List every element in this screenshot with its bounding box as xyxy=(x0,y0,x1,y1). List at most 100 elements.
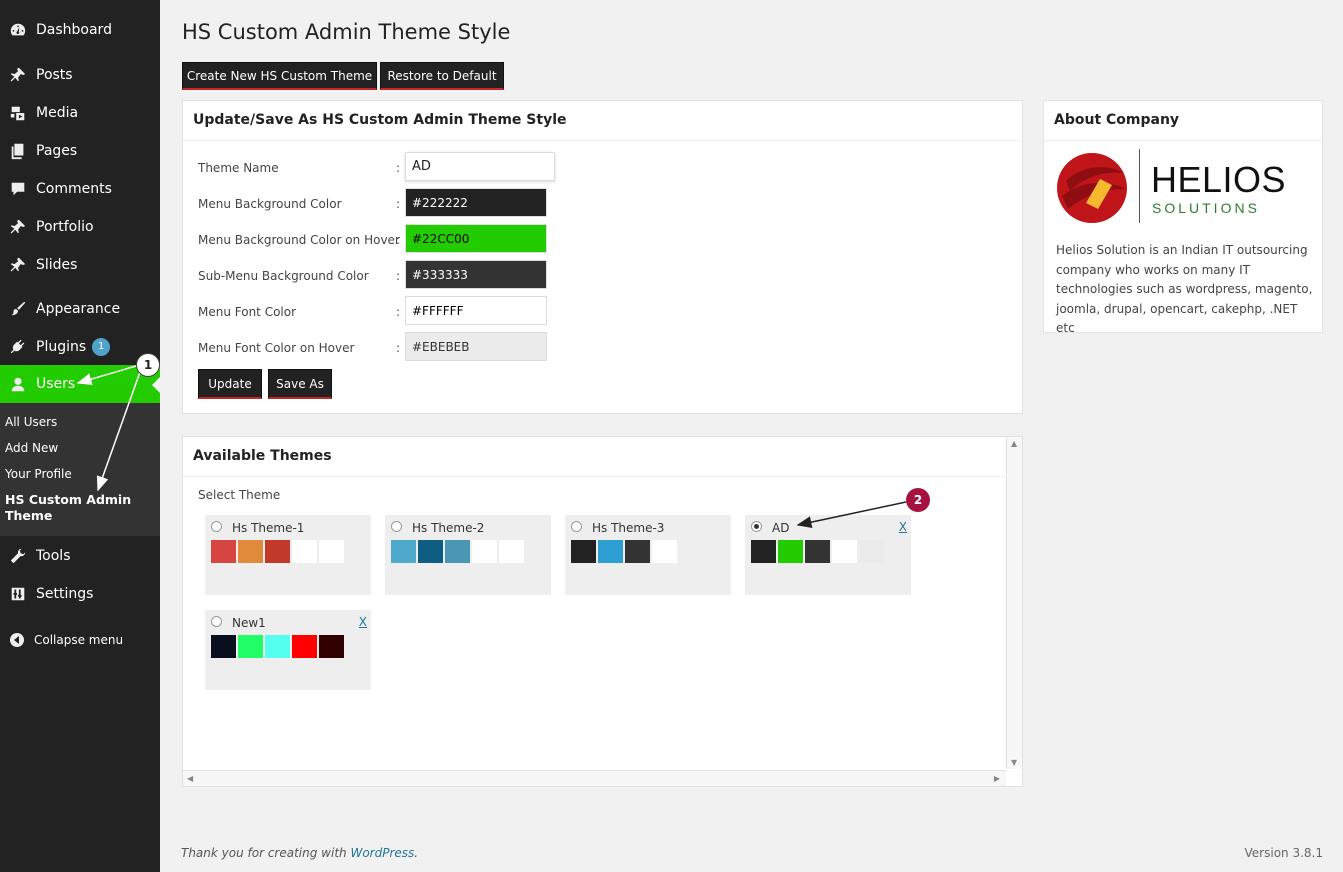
theme-card[interactable]: AD X xyxy=(745,515,911,595)
sidebar-item-users[interactable]: Users xyxy=(0,365,160,403)
submenu-item-add-new[interactable]: Add New xyxy=(5,441,58,455)
theme-swatches xyxy=(391,540,526,563)
dashboard-icon xyxy=(0,21,36,39)
sidebar-item-pages[interactable]: Pages xyxy=(0,134,160,168)
field-label: Menu Background Color on Hover xyxy=(198,233,400,247)
sidebar-item-tools[interactable]: Tools xyxy=(0,539,160,573)
footer-version: Version 3.8.1 xyxy=(1244,846,1323,860)
sidebar-item-plugins[interactable]: Plugins 1 xyxy=(0,330,160,364)
sidebar-item-comments[interactable]: Comments xyxy=(0,172,160,206)
sidebar-item-appearance[interactable]: Appearance xyxy=(0,292,160,326)
restore-default-button[interactable]: Restore to Default xyxy=(380,62,504,90)
vertical-scrollbar[interactable]: ▲ ▼ xyxy=(1006,437,1022,769)
brush-icon xyxy=(0,300,36,318)
company-description: Helios Solution is an Indian IT outsourc… xyxy=(1056,243,1313,335)
submenu-item-all-users[interactable]: All Users xyxy=(5,415,57,429)
theme-radio[interactable] xyxy=(211,616,222,627)
sidebar-item-media[interactable]: Media xyxy=(0,96,160,130)
sidebar-item-label: Plugins xyxy=(36,339,87,355)
sidebar-item-label: Comments xyxy=(36,181,112,197)
menu-bg-hover-color-input[interactable]: #22CC00 xyxy=(405,224,547,253)
sidebar-item-label: Pages xyxy=(36,143,78,159)
delete-theme-link[interactable]: X xyxy=(899,520,907,534)
theme-name-input[interactable]: AD xyxy=(405,152,555,181)
save-as-button[interactable]: Save As xyxy=(268,369,332,399)
theme-name: Hs Theme-2 xyxy=(412,521,485,535)
sidebar-item-slides[interactable]: Slides xyxy=(0,248,160,282)
plug-icon xyxy=(0,338,36,356)
user-icon xyxy=(0,375,36,393)
theme-name: New1 xyxy=(232,616,266,630)
scroll-down-icon[interactable]: ▼ xyxy=(1011,758,1017,767)
theme-radio[interactable] xyxy=(751,521,762,532)
color-swatch xyxy=(751,540,776,563)
update-button[interactable]: Update xyxy=(198,369,262,399)
sidebar-item-label: Users xyxy=(36,376,76,392)
field-colon: : xyxy=(396,197,401,211)
theme-card[interactable]: Hs Theme-1 xyxy=(205,515,371,595)
available-themes-panel: Available Themes Select Theme Hs Theme-1… xyxy=(182,436,1023,787)
color-swatch xyxy=(238,635,263,658)
sidebar-item-dashboard[interactable]: Dashboard xyxy=(0,13,160,47)
theme-card[interactable]: Hs Theme-2 xyxy=(385,515,551,595)
menu-bg-color-input[interactable]: #222222 xyxy=(405,188,547,217)
theme-swatches xyxy=(211,635,346,658)
footer-thanks: Thank you for creating with WordPress. xyxy=(181,846,418,860)
delete-theme-link[interactable]: X xyxy=(359,615,367,629)
sidebar-item-portfolio[interactable]: Portfolio xyxy=(0,210,160,244)
plugins-update-badge: 1 xyxy=(92,338,111,356)
field-colon: : xyxy=(396,341,401,355)
theme-swatches xyxy=(211,540,346,563)
menu-font-color-input[interactable]: #FFFFFF xyxy=(405,296,547,325)
color-swatch xyxy=(292,635,317,658)
field-colon: : xyxy=(396,161,401,175)
field-colon: : xyxy=(396,269,401,283)
sidebar-item-label: Portfolio xyxy=(36,219,94,235)
admin-sidebar: Dashboard Posts Media Pages Comments Por… xyxy=(0,0,160,872)
theme-name: Hs Theme-3 xyxy=(592,521,665,535)
theme-radio[interactable] xyxy=(211,521,222,532)
sidebar-item-label: Tools xyxy=(36,548,71,564)
wordpress-link[interactable]: WordPress xyxy=(350,846,414,860)
color-swatch xyxy=(265,540,290,563)
color-swatch xyxy=(598,540,623,563)
scroll-right-icon[interactable]: ▶ xyxy=(994,774,1000,783)
horizontal-scrollbar[interactable]: ◀ ▶ xyxy=(183,770,1006,786)
field-label: Sub-Menu Background Color xyxy=(198,269,369,283)
color-swatch xyxy=(679,540,704,563)
color-swatch xyxy=(319,635,344,658)
color-swatch xyxy=(652,540,677,563)
sidebar-item-label: Slides xyxy=(36,257,78,273)
slides-icon xyxy=(0,256,36,274)
submenu-item-hs-custom-admin-theme[interactable]: HS Custom Admin Theme xyxy=(5,492,155,524)
scroll-up-icon[interactable]: ▲ xyxy=(1011,439,1017,448)
color-swatch xyxy=(571,540,596,563)
scroll-left-icon[interactable]: ◀ xyxy=(187,774,193,783)
media-icon xyxy=(0,104,36,122)
submenu-bg-color-input[interactable]: #333333 xyxy=(405,260,547,289)
menu-font-hover-color-input[interactable]: #EBEBEB xyxy=(405,332,547,361)
comment-icon xyxy=(0,180,36,198)
create-new-theme-button[interactable]: Create New HS Custom Theme xyxy=(182,62,377,90)
field-colon: : xyxy=(396,233,401,247)
theme-name: Hs Theme-1 xyxy=(232,521,305,535)
color-swatch xyxy=(418,540,443,563)
color-swatch xyxy=(832,540,857,563)
color-swatch xyxy=(391,540,416,563)
sidebar-item-settings[interactable]: Settings xyxy=(0,577,160,611)
callout-marker-2: 2 xyxy=(906,488,930,512)
theme-radio[interactable] xyxy=(571,521,582,532)
theme-radio[interactable] xyxy=(391,521,402,532)
footer-thanks-prefix: Thank you for creating with xyxy=(181,846,351,860)
submenu-item-your-profile[interactable]: Your Profile xyxy=(5,467,72,481)
theme-card[interactable]: New1 X xyxy=(205,610,371,690)
theme-card[interactable]: Hs Theme-3 xyxy=(565,515,731,595)
sidebar-item-label: Appearance xyxy=(36,301,121,317)
color-swatch xyxy=(625,540,650,563)
color-swatch xyxy=(859,540,884,563)
logo-divider xyxy=(1139,149,1140,223)
sidebar-item-posts[interactable]: Posts xyxy=(0,58,160,92)
collapse-menu-button[interactable]: Collapse menu xyxy=(0,627,160,653)
field-label: Theme Name xyxy=(198,161,279,175)
footer-thanks-suffix: . xyxy=(414,846,419,860)
